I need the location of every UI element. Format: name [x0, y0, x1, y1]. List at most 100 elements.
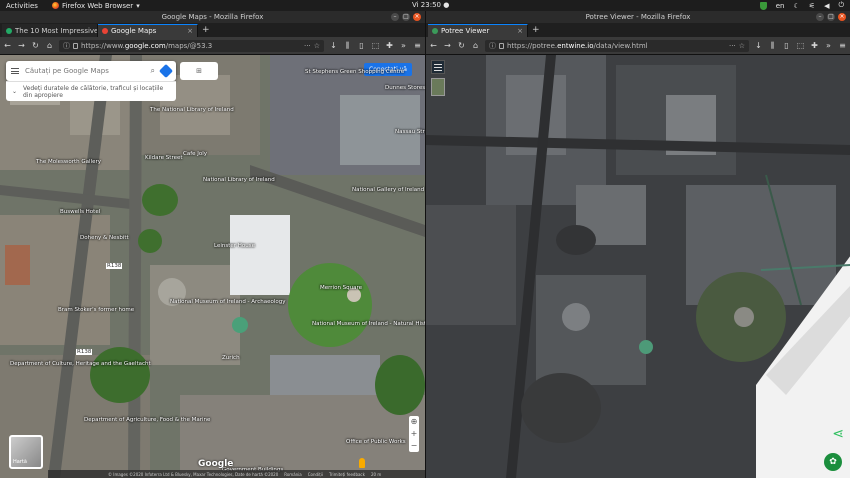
- screenshot-icon[interactable]: ⬚: [796, 41, 805, 50]
- tab-google-maps[interactable]: Google Maps ×: [98, 24, 198, 37]
- new-tab-button[interactable]: +: [198, 24, 214, 37]
- map-place-label[interactable]: Bram Stoker's former home: [58, 307, 134, 313]
- url-bar[interactable]: ⓘ https://www.google.com/maps/@53.3 ··· …: [59, 39, 324, 52]
- potree-menu-button[interactable]: [431, 60, 445, 74]
- screenshot-icon[interactable]: ⬚: [371, 41, 380, 50]
- forward-icon[interactable]: →: [17, 41, 26, 50]
- close-tab-icon[interactable]: ×: [187, 27, 193, 35]
- close-window-button[interactable]: ×: [413, 13, 421, 21]
- reload-icon[interactable]: ↻: [457, 41, 466, 50]
- map-place-label[interactable]: Office of Public Works: [346, 439, 406, 445]
- new-tab-button[interactable]: +: [528, 24, 544, 37]
- search-icon[interactable]: ⌕: [151, 66, 155, 76]
- download-icon[interactable]: ↓: [329, 41, 338, 50]
- library-icon[interactable]: ⫼: [768, 41, 777, 51]
- minimize-button[interactable]: –: [816, 13, 824, 21]
- satellite-map[interactable]: [0, 55, 425, 478]
- tab-impressive[interactable]: The 10 Most Impressive ×: [2, 24, 98, 37]
- potree-viewport[interactable]: ⋖ ✿: [426, 55, 850, 478]
- street-view-pegman-icon[interactable]: [359, 458, 365, 468]
- page-actions-icon[interactable]: ···: [729, 42, 736, 50]
- url-bar[interactable]: ⓘ https://potree.entwine.io/data/view.ht…: [485, 39, 749, 52]
- map-place-label[interactable]: Buswells Hotel: [60, 209, 100, 215]
- window-titlebar: Google Maps - Mozilla Firefox – □ ×: [0, 11, 425, 23]
- map-place-label[interactable]: Zurich: [222, 355, 240, 361]
- map-place-label[interactable]: National Museum of Ireland - Archaeology: [170, 299, 285, 305]
- share-icon[interactable]: ⋖: [832, 426, 844, 442]
- tab-potree-viewer[interactable]: Potree Viewer ×: [428, 24, 528, 37]
- close-window-button[interactable]: ×: [838, 13, 846, 21]
- map-place-label[interactable]: National Museum of Ireland - Natural His…: [312, 321, 425, 327]
- overflow-icon[interactable]: »: [399, 41, 408, 50]
- app-name: Firefox Web Browser: [61, 1, 134, 10]
- back-icon[interactable]: ←: [3, 41, 12, 50]
- maximize-button[interactable]: □: [402, 13, 410, 21]
- bookmark-star-icon[interactable]: ☆: [739, 42, 745, 50]
- map-place-label[interactable]: Kildare Street: [145, 155, 183, 161]
- clock[interactable]: Vi 23:50 ●: [412, 1, 449, 9]
- google-logo: Google: [198, 459, 234, 469]
- reload-icon[interactable]: ↻: [31, 41, 40, 50]
- explore-hint[interactable]: ⌄ Vedeți duratele de călătorie, traficul…: [6, 81, 176, 101]
- close-tab-icon[interactable]: ×: [517, 27, 523, 35]
- potree-logo-icon[interactable]: ✿: [824, 453, 842, 471]
- map-place-label[interactable]: National Library of Ireland: [203, 177, 275, 183]
- menu-icon[interactable]: ≡: [413, 41, 422, 50]
- map-place-label[interactable]: Department of Agriculture, Food & the Ma…: [84, 417, 210, 423]
- map-place-label[interactable]: Cafe Joly: [183, 151, 207, 157]
- maximize-button[interactable]: □: [827, 13, 835, 21]
- network-icon[interactable]: ⚟: [809, 2, 815, 10]
- zoom-out-button[interactable]: −: [411, 440, 418, 452]
- google-maps-view[interactable]: Căutați pe Google Maps ⌕ ⌄ Vedeți durate…: [0, 55, 425, 478]
- info-icon[interactable]: ⓘ: [63, 41, 70, 51]
- search-input[interactable]: Căutați pe Google Maps: [25, 67, 109, 75]
- library-icon[interactable]: ⫼: [343, 41, 352, 51]
- map-place-label[interactable]: Leinster House: [214, 243, 255, 249]
- map-place-label[interactable]: Merrion Square: [320, 285, 362, 291]
- overflow-icon[interactable]: »: [824, 41, 833, 50]
- activities-button[interactable]: Activities: [6, 2, 38, 10]
- page-actions-icon[interactable]: ···: [304, 42, 311, 50]
- map-place-label[interactable]: St Stephens Green Shopping Centre: [305, 69, 404, 75]
- map-place-label[interactable]: National Gallery of Ireland: [352, 187, 424, 193]
- feedback-link[interactable]: Trimiteți feedback: [329, 472, 365, 477]
- bookmark-star-icon[interactable]: ☆: [314, 42, 320, 50]
- map-place-label[interactable]: Department of Culture, Heritage and the …: [10, 361, 151, 367]
- apps-grid-button[interactable]: ⊞: [180, 62, 218, 80]
- maps-search-box[interactable]: Căutați pe Google Maps ⌕: [6, 61, 176, 81]
- layer-toggle[interactable]: Hartă: [9, 435, 43, 469]
- sidebar-icon[interactable]: ▯: [357, 41, 366, 50]
- map-place-label[interactable]: Doheny & Nesbitt: [80, 235, 129, 241]
- download-icon[interactable]: ↓: [754, 41, 763, 50]
- app-menu[interactable]: Firefox Web Browser ▾: [51, 1, 140, 10]
- minimap-thumbnail[interactable]: [431, 78, 445, 96]
- tab-label: The 10 Most Impressive: [15, 26, 98, 35]
- map-place-label[interactable]: Dunnes Stores: [385, 85, 425, 91]
- home-icon[interactable]: ⌂: [45, 41, 54, 50]
- volume-icon[interactable]: ◀: [824, 2, 829, 10]
- back-icon[interactable]: ←: [429, 41, 438, 50]
- shield-icon[interactable]: [759, 1, 767, 10]
- night-light-icon[interactable]: ☾: [794, 2, 800, 10]
- minimize-button[interactable]: –: [391, 13, 399, 21]
- sidebar-icon[interactable]: ▯: [782, 41, 791, 50]
- power-icon[interactable]: ⏻: [838, 1, 844, 10]
- extension-icon[interactable]: ✚: [385, 41, 394, 50]
- info-icon[interactable]: ⓘ: [489, 41, 496, 51]
- menu-icon[interactable]: [11, 68, 19, 74]
- menu-icon[interactable]: ≡: [838, 41, 847, 50]
- compass-icon[interactable]: ⊕: [411, 416, 418, 428]
- map-place-label[interactable]: The Molesworth Gallery: [36, 159, 101, 165]
- language-indicator[interactable]: en: [776, 2, 785, 10]
- map-place-label[interactable]: The National Library of Ireland: [150, 107, 234, 113]
- extension-icon[interactable]: ✚: [810, 41, 819, 50]
- lock-icon: [73, 42, 78, 49]
- map-place-label[interactable]: Nassau Street: [395, 129, 425, 135]
- country-link[interactable]: România: [284, 472, 302, 477]
- point-cloud-render[interactable]: [426, 55, 850, 478]
- forward-icon[interactable]: →: [443, 41, 452, 50]
- zoom-in-button[interactable]: +: [411, 428, 418, 440]
- terms-link[interactable]: Condiții: [308, 472, 323, 477]
- directions-icon[interactable]: [158, 63, 174, 79]
- home-icon[interactable]: ⌂: [471, 41, 480, 50]
